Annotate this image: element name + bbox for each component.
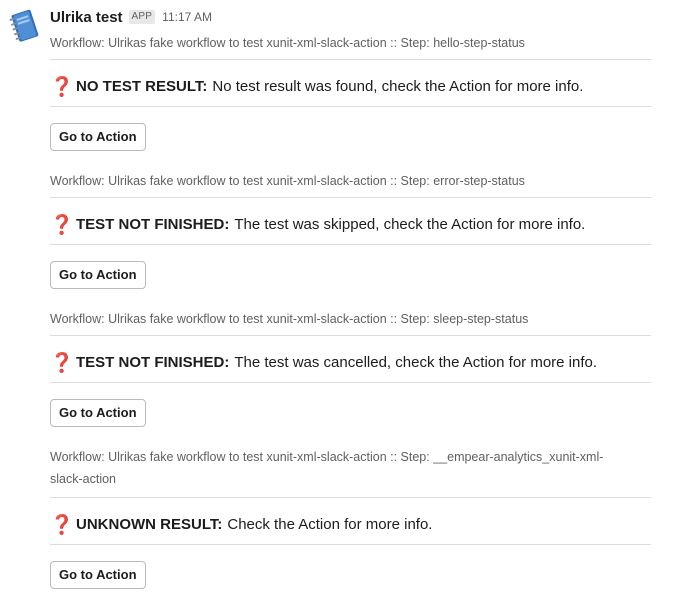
status-text: Check the Action for more info. [227, 516, 433, 533]
question-mark-icon: ❓ [50, 214, 74, 236]
divider [50, 497, 651, 498]
status-text: The test was cancelled, check the Action… [234, 354, 598, 371]
workflow-context-line: Workflow: Ulrikas fake workflow to test … [50, 450, 604, 464]
divider [50, 382, 651, 383]
status-label: UNKNOWN RESULT: [76, 516, 223, 533]
result-block: Workflow: Ulrikas fake workflow to test … [50, 446, 651, 589]
result-section: ❓ UNKNOWN RESULT: Check the Action for m… [50, 514, 651, 536]
notebook-icon[interactable] [6, 8, 42, 44]
divider [50, 106, 651, 107]
status-label: NO TEST RESULT: [76, 78, 208, 95]
status-text: No test result was found, check the Acti… [212, 78, 584, 95]
result-section: ❓ TEST NOT FINISHED: The test was skippe… [50, 214, 651, 236]
go-to-action-button[interactable]: Go to Action [50, 261, 146, 289]
workflow-context: Workflow: Ulrikas fake workflow to test … [50, 312, 529, 326]
message-header: Ulrika test APP 11:17 AM [50, 0, 651, 34]
status-text: The test was skipped, check the Action f… [234, 216, 586, 233]
status-label: TEST NOT FINISHED: [76, 354, 230, 371]
result-block: Workflow: Ulrikas fake workflow to test … [50, 32, 651, 151]
divider [50, 544, 651, 545]
go-to-action-button[interactable]: Go to Action [50, 561, 146, 589]
go-to-action-button[interactable]: Go to Action [50, 123, 146, 151]
go-to-action-button[interactable]: Go to Action [50, 399, 146, 427]
message-timestamp[interactable]: 11:17 AM [162, 10, 212, 24]
result-section: ❓ TEST NOT FINISHED: The test was cancel… [50, 352, 651, 374]
status-label: TEST NOT FINISHED: [76, 216, 230, 233]
sender-name[interactable]: Ulrika test [50, 9, 123, 26]
divider [50, 335, 651, 336]
divider [50, 59, 651, 60]
result-section: ❓ NO TEST RESULT: No test result was fou… [50, 76, 651, 98]
message-content: Ulrika test APP 11:17 AM Workflow: Ulrik… [50, 0, 651, 589]
slack-message: Ulrika test APP 11:17 AM Workflow: Ulrik… [0, 0, 690, 601]
question-mark-icon: ❓ [50, 514, 74, 536]
workflow-context: Workflow: Ulrikas fake workflow to test … [50, 174, 525, 188]
divider [50, 244, 651, 245]
workflow-context-line: slack-action [50, 472, 116, 486]
workflow-context: Workflow: Ulrikas fake workflow to test … [50, 446, 651, 490]
app-badge: APP [128, 10, 156, 24]
result-block: Workflow: Ulrikas fake workflow to test … [50, 308, 651, 427]
result-block: Workflow: Ulrikas fake workflow to test … [50, 170, 651, 289]
workflow-context: Workflow: Ulrikas fake workflow to test … [50, 36, 525, 50]
question-mark-icon: ❓ [50, 76, 74, 98]
question-mark-icon: ❓ [50, 352, 74, 374]
divider [50, 197, 651, 198]
